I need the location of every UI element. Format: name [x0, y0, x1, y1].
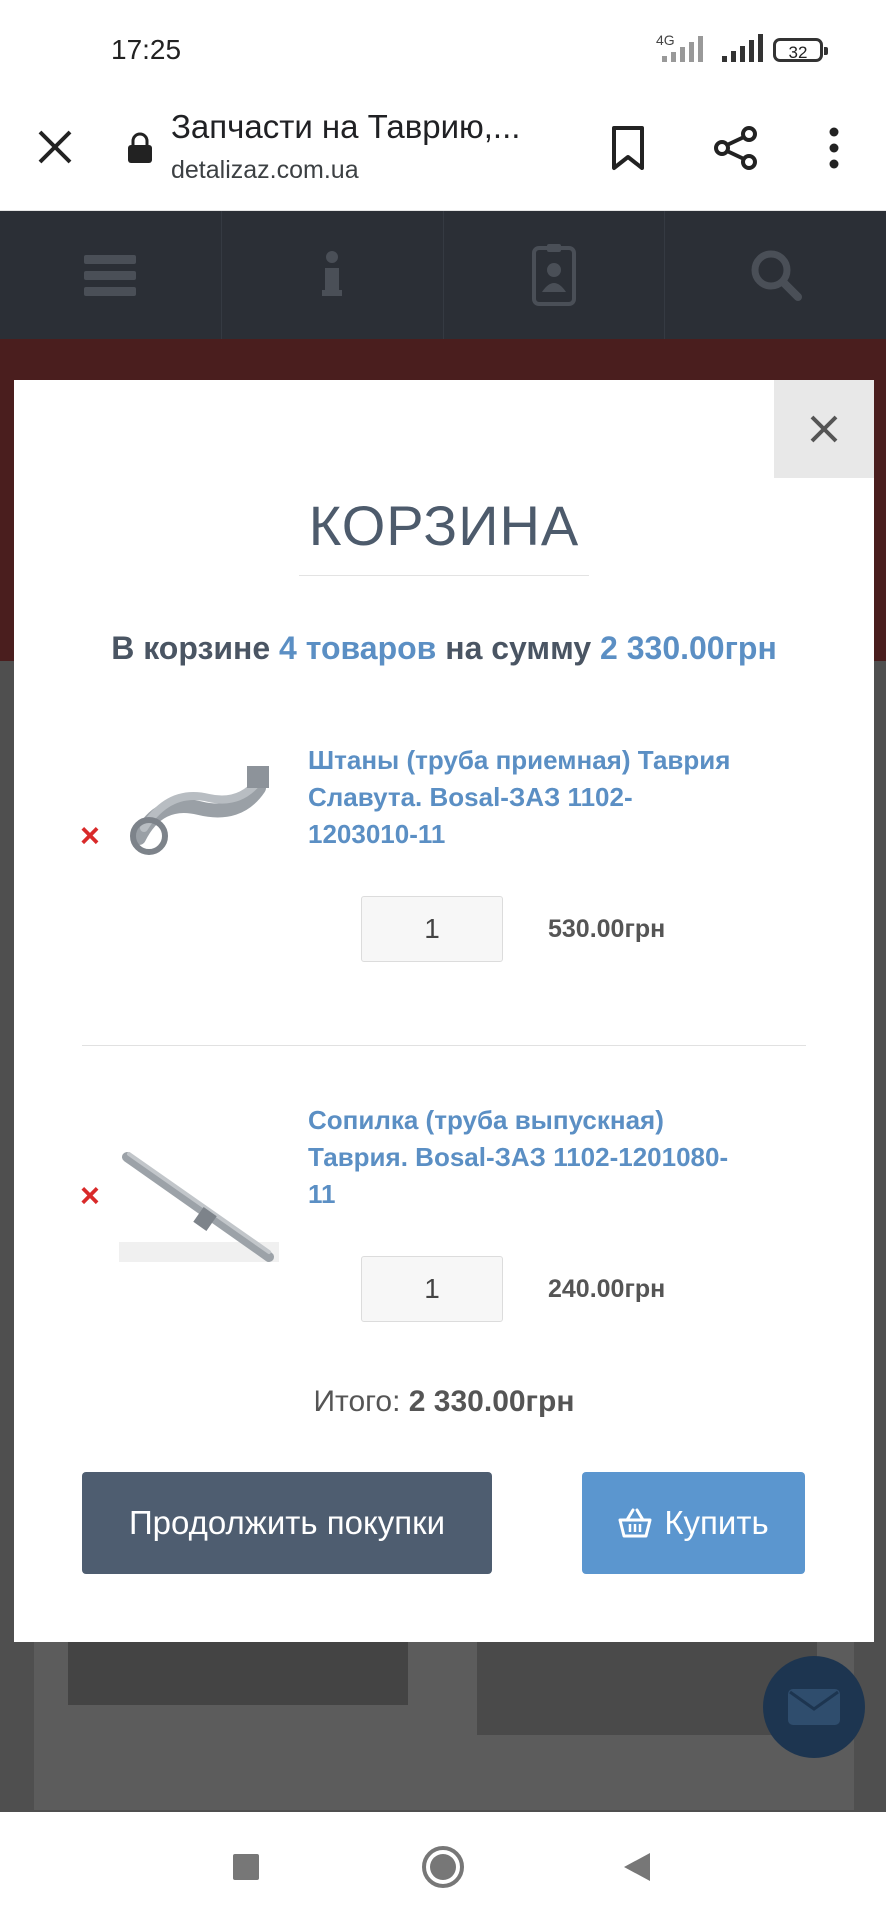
- share-button[interactable]: [706, 118, 766, 178]
- status-bar: 17:25 4G 32: [0, 0, 886, 100]
- recent-apps-button[interactable]: [221, 1842, 271, 1892]
- info-button[interactable]: [222, 211, 444, 339]
- total-value: 2 330.00грн: [408, 1385, 575, 1418]
- product-image: [119, 728, 279, 888]
- close-icon: [810, 415, 838, 443]
- basket-icon: [618, 1508, 652, 1538]
- remove-item-button[interactable]: ×: [80, 817, 100, 856]
- item-price: 530.00грн: [548, 915, 666, 943]
- product-name-link[interactable]: Штаны (труба приемная) Таврия Славута. B…: [308, 742, 738, 853]
- bookmark-button[interactable]: [598, 118, 658, 178]
- status-time: 17:25: [111, 34, 182, 65]
- cart-heading: КОРЗИНА: [308, 494, 580, 557]
- info-icon: [322, 251, 343, 296]
- more-menu-button[interactable]: [804, 118, 864, 178]
- item-price: 240.00грн: [548, 1275, 666, 1303]
- system-navigation-bar: [0, 1812, 886, 1920]
- search-icon: [751, 250, 802, 301]
- modal-close-button[interactable]: [774, 380, 874, 478]
- total-label: Итого:: [313, 1385, 401, 1418]
- chat-button[interactable]: [763, 1656, 865, 1758]
- summary-amount: 2 330.00грн: [600, 630, 777, 666]
- cart-modal: КОРЗИНА В корзине 4 товаров на сумму 2 3…: [14, 380, 874, 1642]
- search-button[interactable]: [665, 211, 886, 339]
- summary-count: 4 товаров: [279, 630, 437, 666]
- product-image: [119, 1132, 279, 1292]
- signal-icon-1: [662, 36, 703, 62]
- bookmark-icon: [612, 126, 644, 170]
- buy-button[interactable]: Купить: [582, 1472, 805, 1574]
- buy-label: Купить: [664, 1504, 769, 1541]
- close-tab-button[interactable]: [30, 122, 80, 172]
- square-icon: [233, 1854, 259, 1880]
- battery-icon: 32: [773, 38, 828, 62]
- continue-shopping-label: Продолжить покупки: [128, 1504, 446, 1541]
- summary-prefix: В корзине: [111, 630, 271, 666]
- page-title[interactable]: Запчасти на Таврию,...: [171, 108, 571, 146]
- site-navigation: [0, 211, 886, 339]
- quantity-input[interactable]: 1: [361, 896, 503, 962]
- menu-icon: [84, 255, 137, 296]
- mail-icon: [788, 1689, 840, 1725]
- signal-icon-2: [722, 34, 763, 62]
- browser-toolbar: Запчасти на Таврию,... detalizaz.com.ua: [0, 100, 886, 211]
- continue-shopping-button[interactable]: Продолжить покупки: [82, 1472, 492, 1574]
- back-triangle-icon: [624, 1853, 650, 1881]
- item-divider: [82, 1045, 806, 1046]
- remove-item-button[interactable]: ×: [80, 1177, 100, 1216]
- more-vertical-icon: [829, 127, 839, 169]
- contacts-button[interactable]: [444, 211, 666, 339]
- cart-total: Итого: 2 330.00грн: [14, 1385, 874, 1419]
- menu-button[interactable]: [0, 211, 222, 339]
- close-icon: [38, 130, 72, 164]
- share-icon: [714, 126, 757, 170]
- home-button[interactable]: [418, 1842, 468, 1892]
- summary-middle: на сумму: [445, 630, 592, 666]
- product-name-link[interactable]: Сопилка (труба выпускная) Таврия. Bosal-…: [308, 1102, 738, 1213]
- cart-summary: В корзине 4 товаров на сумму 2 330.00грн: [14, 630, 874, 667]
- contact-card-icon: [531, 244, 576, 306]
- heading-underline: [299, 575, 589, 576]
- quantity-input[interactable]: 1: [361, 1256, 503, 1322]
- page-url[interactable]: detalizaz.com.ua: [171, 156, 359, 185]
- back-button[interactable]: [612, 1842, 662, 1892]
- home-circle-icon: [422, 1846, 464, 1888]
- lock-icon: [128, 132, 152, 163]
